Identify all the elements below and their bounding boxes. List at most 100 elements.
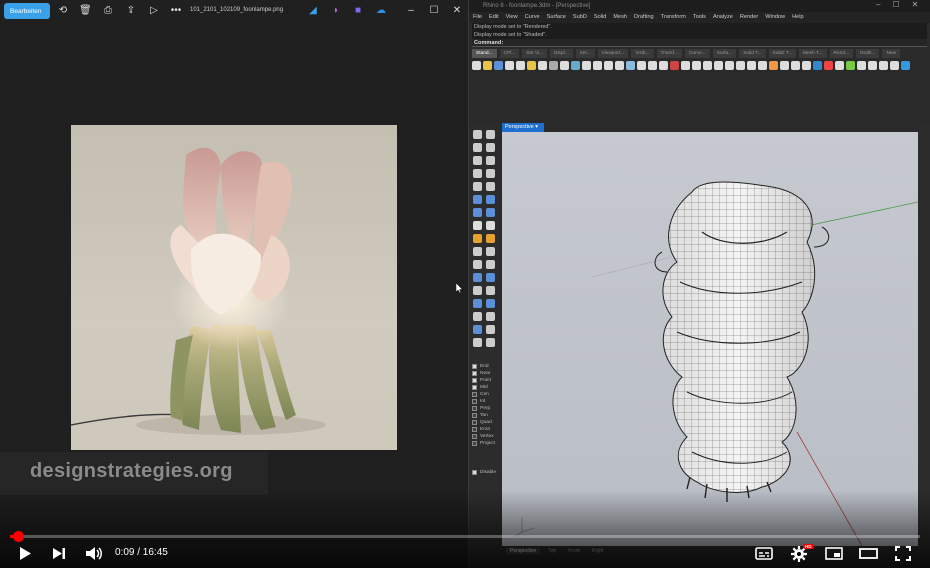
toolbar-button-icon[interactable] — [868, 60, 877, 70]
toolbar-tab[interactable]: Surfa... — [712, 49, 737, 58]
clipchamp-icon[interactable]: ■ — [352, 5, 364, 17]
command-prompt[interactable]: Command: — [472, 39, 927, 47]
osnap-checkbox[interactable] — [472, 427, 477, 432]
toolbar-button-icon[interactable] — [538, 60, 547, 70]
toolbar-button-icon[interactable] — [681, 60, 690, 70]
toolbar-button-icon[interactable] — [835, 60, 844, 70]
toolbar-tab[interactable]: Curve... — [684, 49, 710, 58]
osnap-checkbox[interactable] — [472, 371, 477, 376]
edit-button[interactable]: Bearbeiten — [4, 3, 50, 19]
toolbar-button-icon[interactable] — [846, 60, 855, 70]
toolbar-button-icon[interactable] — [527, 60, 536, 70]
tool-palette-icon[interactable] — [486, 325, 495, 334]
toolbar-tab[interactable]: SubD T... — [768, 49, 797, 58]
toolbar-button-icon[interactable] — [483, 60, 492, 70]
viewport-title-tab[interactable]: Perspective ▾ — [502, 123, 544, 132]
osnap-checkbox[interactable] — [472, 392, 477, 397]
progress-scrubber[interactable] — [13, 531, 24, 542]
tool-palette-icon[interactable] — [486, 208, 495, 217]
osnap-checkbox[interactable] — [472, 399, 477, 404]
tool-palette-icon[interactable] — [486, 247, 495, 256]
tool-palette-icon[interactable] — [473, 247, 482, 256]
minimize-icon[interactable]: – — [405, 5, 417, 17]
toolbar-tab[interactable]: Solid T... — [739, 49, 766, 58]
print-icon[interactable]: ⎙ — [102, 5, 114, 17]
toolbar-tab[interactable]: Mesh T... — [799, 49, 827, 58]
subtitles-icon[interactable] — [755, 547, 773, 560]
miniplayer-icon[interactable] — [825, 547, 843, 560]
toolbar-button-icon[interactable] — [703, 60, 712, 70]
share-icon[interactable]: ⇪ — [125, 5, 137, 17]
menu-item-view[interactable]: View — [506, 12, 518, 23]
tool-palette-icon[interactable] — [486, 338, 495, 347]
osnap-checkbox[interactable] — [472, 406, 477, 411]
menu-item-render[interactable]: Render — [740, 12, 758, 23]
tool-palette-icon[interactable] — [473, 182, 482, 191]
toolbar-button-icon[interactable] — [714, 60, 723, 70]
toolbar-tab[interactable]: CPl... — [499, 49, 520, 58]
toolbar-tab[interactable]: New — [882, 49, 901, 58]
osnap-checkbox[interactable] — [472, 378, 477, 383]
tool-palette-icon[interactable] — [473, 221, 482, 230]
toolbar-tab[interactable]: Viewport... — [597, 49, 629, 58]
tool-palette-icon[interactable] — [473, 169, 482, 178]
toolbar-button-icon[interactable] — [769, 60, 778, 70]
perspective-viewport[interactable] — [502, 132, 918, 546]
toolbar-button-icon[interactable] — [626, 60, 635, 70]
menu-item-solid[interactable]: Solid — [594, 12, 606, 23]
toolbar-button-icon[interactable] — [879, 60, 888, 70]
osnap-checkbox[interactable] — [472, 413, 477, 418]
tool-palette-icon[interactable] — [473, 143, 482, 152]
tool-palette-icon[interactable] — [486, 273, 495, 282]
toolbar-tab[interactable]: Displ... — [550, 49, 573, 58]
effects-icon[interactable]: ◗ — [330, 5, 342, 17]
toolbar-tab[interactable]: Stand... — [472, 49, 497, 58]
toolbar-button-icon[interactable] — [582, 60, 591, 70]
toolbar-tab[interactable]: Sel... — [575, 49, 595, 58]
slideshow-icon[interactable]: ▷ — [148, 5, 160, 17]
disable-osnap-checkbox[interactable] — [472, 470, 477, 475]
rhino-minimize-icon[interactable]: – — [876, 0, 880, 12]
toolbar-button-icon[interactable] — [637, 60, 646, 70]
fullscreen-icon[interactable] — [895, 546, 911, 561]
more-icon[interactable]: ••• — [170, 5, 182, 17]
tool-palette-icon[interactable] — [486, 143, 495, 152]
theater-mode-icon[interactable] — [859, 548, 878, 559]
menu-item-help[interactable]: Help — [792, 12, 804, 23]
toolbar-button-icon[interactable] — [725, 60, 734, 70]
toolbar-button-icon[interactable] — [890, 60, 899, 70]
menu-item-curve[interactable]: Curve — [525, 12, 540, 23]
toolbar-button-icon[interactable] — [813, 60, 822, 70]
toolbar-button-icon[interactable] — [747, 60, 756, 70]
mesh-object[interactable] — [654, 181, 830, 502]
menu-item-tools[interactable]: Tools — [693, 12, 706, 23]
menu-item-mesh[interactable]: Mesh — [613, 12, 627, 23]
toolbar-button-icon[interactable] — [659, 60, 668, 70]
tool-palette-icon[interactable] — [486, 312, 495, 321]
menu-item-file[interactable]: File — [473, 12, 482, 23]
toolbar-button-icon[interactable] — [516, 60, 525, 70]
toolbar-button-icon[interactable] — [901, 60, 910, 70]
delete-icon[interactable]: 🗑 — [79, 5, 92, 17]
maximize-icon[interactable]: ☐ — [428, 5, 440, 17]
toolbar-button-icon[interactable] — [791, 60, 800, 70]
osnap-checkbox[interactable] — [472, 441, 477, 446]
tool-palette-icon[interactable] — [486, 182, 495, 191]
osnap-checkbox[interactable] — [472, 434, 477, 439]
menu-item-edit[interactable]: Edit — [489, 12, 499, 23]
tool-palette-icon[interactable] — [486, 169, 495, 178]
onedrive-icon[interactable]: ☁ — [375, 5, 387, 17]
tool-palette-icon[interactable] — [486, 260, 495, 269]
tool-palette-icon[interactable] — [473, 273, 482, 282]
toolbar-button-icon[interactable] — [692, 60, 701, 70]
toolbar-tab[interactable]: Visib... — [631, 49, 654, 58]
tool-palette-icon[interactable] — [486, 221, 495, 230]
tool-palette-icon[interactable] — [473, 208, 482, 217]
osnap-checkbox[interactable] — [472, 420, 477, 425]
menu-item-drafting[interactable]: Drafting — [634, 12, 654, 23]
osnap-checkbox[interactable] — [472, 385, 477, 390]
tool-palette-icon[interactable] — [473, 286, 482, 295]
rhino-maximize-icon[interactable]: ☐ — [892, 0, 899, 12]
tool-palette-icon[interactable] — [486, 299, 495, 308]
play-icon[interactable] — [18, 546, 32, 561]
